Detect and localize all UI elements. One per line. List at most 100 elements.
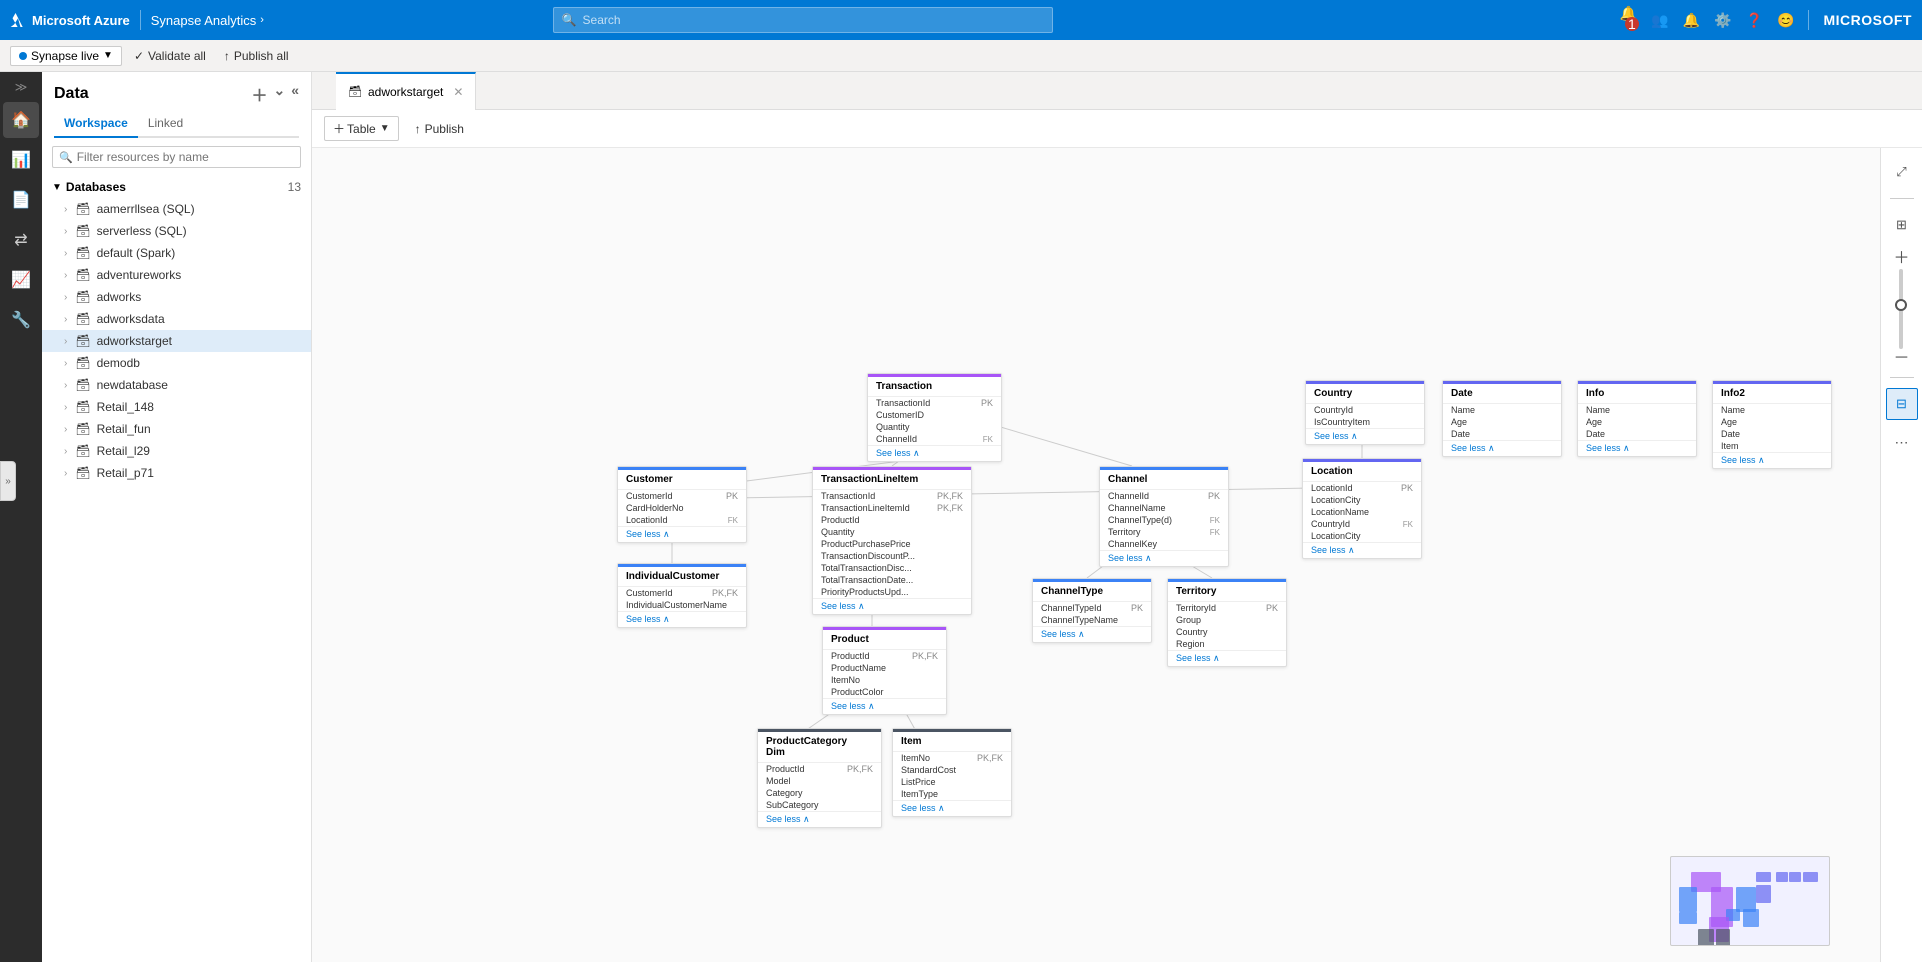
see-more-link[interactable]: See less ∧ (868, 445, 1001, 461)
databases-section[interactable]: ▼ Databases 13 (42, 176, 311, 198)
zoom-minus-icon[interactable]: － (1893, 351, 1909, 367)
tab-close-icon[interactable]: ✕ (453, 85, 463, 99)
sidebar-item-adworks[interactable]: › 🗃 adworks (42, 286, 311, 308)
erd-card-country[interactable]: Country CountryId IsCountryItem See less… (1305, 380, 1425, 445)
more-options-icon[interactable]: ⋯ (1886, 426, 1918, 458)
sidebar-item-aamerrllsea[interactable]: › 🗃 aamerrllsea (SQL) (42, 198, 311, 220)
synapse-live-selector[interactable]: Synapse live ▼ (10, 46, 122, 66)
db-icon: 🗃 (75, 268, 90, 282)
collapse-sidebar-icon[interactable]: « (291, 82, 299, 106)
zoom-track[interactable] (1899, 269, 1903, 349)
publish-button[interactable]: ↑ Publish (407, 118, 472, 140)
filter-input[interactable] (77, 150, 294, 164)
erd-card-transactionlineitem[interactable]: TransactionLineItem TransactionIdPK,FK T… (812, 466, 972, 615)
sidebar-item-adworksdata[interactable]: › 🗃 adworksdata (42, 308, 311, 330)
see-more-link[interactable]: See less ∧ (618, 611, 746, 627)
publish-all-button[interactable]: ↑ Publish all (218, 47, 295, 65)
expand-canvas-icon[interactable]: ⤢ (1886, 156, 1918, 188)
grid-view-icon[interactable]: ⊟ (1886, 388, 1918, 420)
sidebar-item-adventureworks[interactable]: › 🗃 adventureworks (42, 264, 311, 286)
see-more-link[interactable]: See less ∧ (823, 698, 946, 714)
erd-card-date[interactable]: Date Name Age Date See less ∧ (1442, 380, 1562, 457)
user-name: MICROSOFT (1823, 12, 1912, 28)
rail-collapse[interactable]: ≫ (15, 80, 28, 94)
add-icon[interactable]: ＋ (251, 82, 267, 106)
see-more-link[interactable]: See less ∧ (1306, 428, 1424, 444)
rp-separator-2 (1890, 377, 1914, 378)
mini-map[interactable] (1670, 856, 1830, 946)
see-more-link[interactable]: See less ∧ (1578, 440, 1696, 456)
see-more-link[interactable]: See less ∧ (1713, 452, 1831, 468)
help-icon[interactable]: ❓ (1746, 12, 1763, 29)
erd-card-individualcustomer[interactable]: IndividualCustomer CustomerIdPK,FK Indiv… (617, 563, 747, 628)
sidebar-item-adworkstarget[interactable]: › 🗃 adworkstarget (42, 330, 311, 352)
zoom-thumb[interactable] (1895, 299, 1907, 311)
rail-monitor-icon[interactable]: 📈 (3, 262, 39, 298)
see-more-link[interactable]: See less ∧ (1168, 650, 1286, 666)
db-name: Retail_p71 (97, 466, 154, 480)
rail-develop-icon[interactable]: 📄 (3, 182, 39, 218)
rail-home-icon[interactable]: 🏠 (3, 102, 39, 138)
rail-data-icon[interactable]: 📊 (3, 142, 39, 178)
erd-row: SubCategory (758, 799, 881, 811)
sidebar-item-default[interactable]: › 🗃 default (Spark) (42, 242, 311, 264)
tab-linked[interactable]: Linked (138, 110, 193, 138)
zoom-plus-icon[interactable]: ＋ (1893, 251, 1909, 267)
erd-canvas[interactable]: Transaction TransactionIdPK CustomerID Q… (312, 148, 1880, 962)
sidebar-item-retailp71[interactable]: › 🗃 Retail_p71 (42, 462, 311, 484)
erd-card-channeltype[interactable]: ChannelType ChannelTypeIdPK ChannelTypeN… (1032, 578, 1152, 643)
erd-card-item[interactable]: Item ItemNoPK,FK StandardCost ListPrice … (892, 728, 1012, 817)
see-more-link[interactable]: See less ∧ (1033, 626, 1151, 642)
azure-logo: Microsoft Azure (10, 12, 130, 28)
bell-icon[interactable]: 🔔 (1683, 12, 1700, 29)
erd-row: Category (758, 787, 881, 799)
sidebar-item-retail148[interactable]: › 🗃 Retail_148 (42, 396, 311, 418)
sidebar-item-retailfun[interactable]: › 🗃 Retail_fun (42, 418, 311, 440)
fit-view-icon[interactable]: ⊞ (1886, 209, 1918, 241)
tab-workspace[interactable]: Workspace (54, 110, 138, 138)
rail-integrate-icon[interactable]: ⇄ (3, 222, 39, 258)
people-icon[interactable]: 👥 (1651, 12, 1668, 29)
notification-badge: 1 (1625, 17, 1639, 31)
notification-icon[interactable]: 🔔 1 (1620, 5, 1637, 36)
sidebar-item-retaill29[interactable]: › 🗃 Retail_l29 (42, 440, 311, 462)
erd-card-customer[interactable]: Customer CustomerIdPK CardHolderNo Locat… (617, 466, 747, 543)
see-more-link[interactable]: See less ∧ (758, 811, 881, 827)
see-more-link[interactable]: See less ∧ (1100, 550, 1228, 566)
validate-all-button[interactable]: ✓ Validate all (128, 47, 212, 65)
erd-row: ProductColor (823, 686, 946, 698)
erd-card-transaction[interactable]: Transaction TransactionIdPK CustomerID Q… (867, 373, 1002, 462)
filter-icon[interactable]: ⌄ (273, 82, 285, 106)
search-input[interactable] (583, 13, 1044, 27)
see-more-link[interactable]: See less ∧ (618, 526, 746, 542)
sidebar-item-newdatabase[interactable]: › 🗃 newdatabase (42, 374, 311, 396)
erd-row: Group (1168, 614, 1286, 626)
chevron-right-icon: › (64, 248, 67, 259)
content-area: » 🗃 adworkstarget ✕ ＋ Table ▼ ↑ Publish (312, 72, 1922, 962)
erd-card-territory[interactable]: Territory TerritoryIdPK Group Country Re… (1167, 578, 1287, 667)
see-more-link[interactable]: See less ∧ (1303, 542, 1421, 558)
see-more-link[interactable]: See less ∧ (893, 800, 1011, 816)
feedback-icon[interactable]: 😊 (1777, 12, 1794, 29)
erd-row: CustomerID (868, 409, 1001, 421)
sidebar-item-demodb[interactable]: › 🗃 demodb (42, 352, 311, 374)
search-bar[interactable]: 🔍 (553, 7, 1053, 33)
zoom-control: ＋ － (1893, 251, 1909, 367)
erd-card-header: Info (1578, 381, 1696, 404)
erd-card-channel[interactable]: Channel ChannelIdPK ChannelName ChannelT… (1099, 466, 1229, 567)
erd-card-location[interactable]: Location LocationIdPK LocationCity Locat… (1302, 458, 1422, 559)
erd-card-info2[interactable]: Info2 Name Age Date Item See less ∧ (1712, 380, 1832, 469)
sidebar-item-serverless[interactable]: › 🗃 serverless (SQL) (42, 220, 311, 242)
erd-card-info[interactable]: Info Name Age Date See less ∧ (1577, 380, 1697, 457)
rail-manage-icon[interactable]: 🔧 (3, 302, 39, 338)
see-more-link[interactable]: See less ∧ (1443, 440, 1561, 456)
tab-adworkstarget[interactable]: 🗃 adworkstarget ✕ (336, 72, 476, 110)
gear-icon[interactable]: ⚙️ (1714, 12, 1731, 29)
chevron-down-icon: ▼ (380, 123, 390, 134)
db-name: Retail_148 (97, 400, 154, 414)
erd-card-productcategorydim[interactable]: ProductCategoryDim ProductIdPK,FK Model … (757, 728, 882, 828)
erd-row: TerritoryIdPK (1168, 602, 1286, 614)
erd-card-product[interactable]: Product ProductIdPK,FK ProductName ItemN… (822, 626, 947, 715)
see-more-link[interactable]: See less ∧ (813, 598, 971, 614)
table-dropdown-button[interactable]: ＋ Table ▼ (324, 116, 399, 141)
